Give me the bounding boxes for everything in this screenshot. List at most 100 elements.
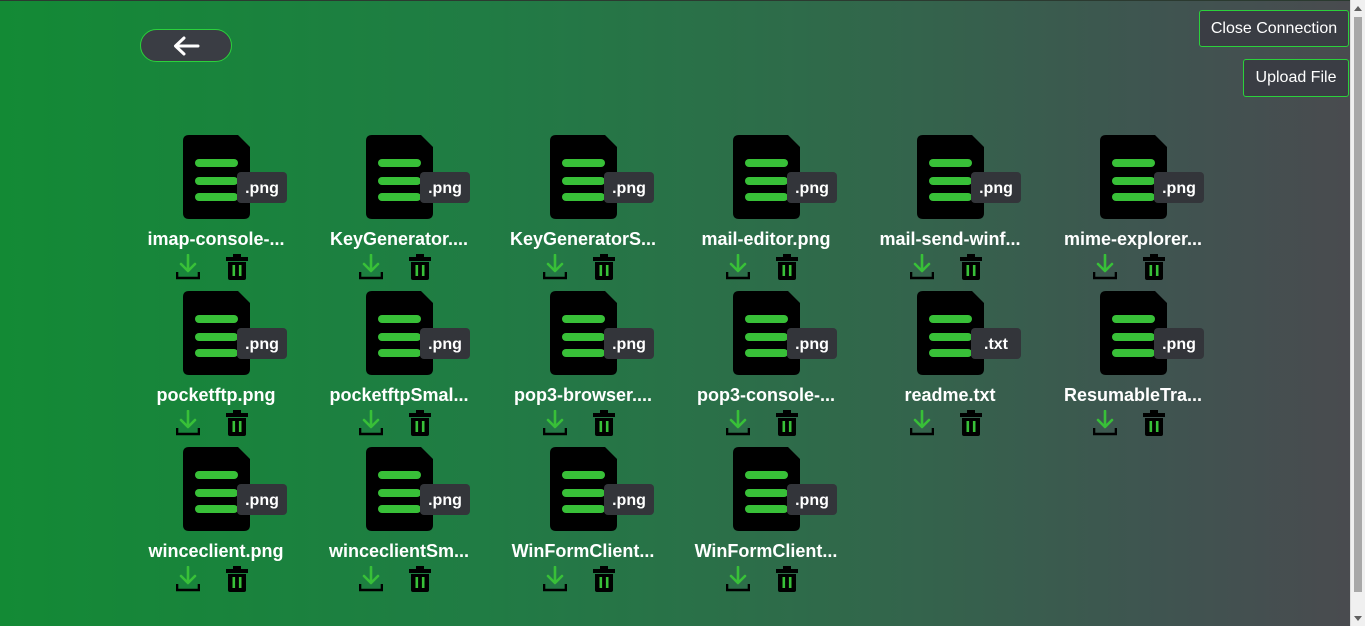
scroll-down-arrow[interactable] xyxy=(1351,610,1365,626)
download-icon[interactable] xyxy=(176,566,200,592)
file-name: mime-explorer... xyxy=(1063,229,1203,249)
vertical-scrollbar[interactable] xyxy=(1350,0,1365,626)
file-icon: .png xyxy=(550,447,654,531)
download-icon[interactable] xyxy=(176,254,200,280)
file-name: pop3-browser.... xyxy=(513,385,653,405)
file-extension-badge: .png xyxy=(1162,180,1196,197)
trash-icon[interactable] xyxy=(960,410,982,436)
download-icon[interactable] xyxy=(1093,410,1117,436)
file-name: winceclient.png xyxy=(148,541,284,561)
scroll-thumb[interactable] xyxy=(1354,17,1362,592)
top-border xyxy=(0,0,1365,1)
download-icon[interactable] xyxy=(1093,254,1117,280)
file-extension-badge: .png xyxy=(795,492,829,509)
file-icon: .png xyxy=(183,447,287,531)
back-button[interactable] xyxy=(140,29,232,62)
file-item[interactable]: .png KeyGeneratorS... xyxy=(507,135,690,291)
file-item[interactable]: .txt readme.txt xyxy=(874,291,1057,447)
file-item[interactable]: .png mime-explorer... xyxy=(1057,135,1240,291)
file-name: pocketftpSmal... xyxy=(329,385,469,405)
file-item[interactable]: .png pop3-console-... xyxy=(690,291,873,447)
trash-icon[interactable] xyxy=(776,254,798,280)
file-icon: .png xyxy=(183,291,287,375)
file-extension-badge: .png xyxy=(612,180,646,197)
file-extension-badge: .png xyxy=(245,492,279,509)
file-icon: .png xyxy=(1100,135,1204,219)
trash-icon[interactable] xyxy=(409,410,431,436)
file-item[interactable]: .png pop3-browser.... xyxy=(507,291,690,447)
file-extension-badge: .png xyxy=(795,336,829,353)
trash-icon[interactable] xyxy=(226,410,248,436)
file-extension-badge: .txt xyxy=(984,336,1009,353)
file-item[interactable]: .png mail-editor.png xyxy=(690,135,873,291)
file-name: KeyGenerator.... xyxy=(329,229,469,249)
file-name: pop3-console-... xyxy=(696,385,835,405)
file-icon: .png xyxy=(733,291,837,375)
file-icon: .png xyxy=(733,135,837,219)
trash-icon[interactable] xyxy=(226,254,248,280)
file-extension-badge: .png xyxy=(795,180,829,197)
file-icon: .png xyxy=(917,135,1021,219)
file-item[interactable]: .png WinFormClient... xyxy=(690,447,873,603)
download-icon[interactable] xyxy=(359,566,383,592)
file-name: mail-send-winf... xyxy=(879,229,1021,249)
file-name: KeyGeneratorS... xyxy=(509,229,657,249)
trash-icon[interactable] xyxy=(409,254,431,280)
file-item[interactable]: .png winceclient.png xyxy=(140,447,323,603)
trash-icon[interactable] xyxy=(776,566,798,592)
download-icon[interactable] xyxy=(910,254,934,280)
trash-icon[interactable] xyxy=(776,410,798,436)
file-name: ResumableTra... xyxy=(1063,385,1203,405)
file-name: WinFormClient... xyxy=(511,541,655,561)
trash-icon[interactable] xyxy=(1143,254,1165,280)
download-icon[interactable] xyxy=(910,410,934,436)
upload-file-button[interactable]: Upload File xyxy=(1243,59,1349,97)
arrow-left-icon xyxy=(174,36,200,55)
download-icon[interactable] xyxy=(726,254,750,280)
download-icon[interactable] xyxy=(543,566,567,592)
file-name: winceclientSm... xyxy=(328,541,470,561)
download-icon[interactable] xyxy=(543,410,567,436)
file-item[interactable]: .png mail-send-winf... xyxy=(874,135,1057,291)
file-item[interactable]: .png imap-console-... xyxy=(140,135,323,291)
file-extension-badge: .png xyxy=(428,336,462,353)
file-name: WinFormClient... xyxy=(694,541,838,561)
file-extension-badge: .png xyxy=(245,336,279,353)
file-item[interactable]: .png pocketftpSmal... xyxy=(323,291,506,447)
trash-icon[interactable] xyxy=(593,410,615,436)
file-item[interactable]: .png WinFormClient... xyxy=(507,447,690,603)
file-name: imap-console-... xyxy=(147,229,285,249)
download-icon[interactable] xyxy=(726,566,750,592)
file-extension-badge: .png xyxy=(979,180,1013,197)
file-item[interactable]: .png KeyGenerator.... xyxy=(323,135,506,291)
file-extension-badge: .png xyxy=(612,492,646,509)
file-icon: .png xyxy=(366,291,470,375)
file-icon: .png xyxy=(550,291,654,375)
download-icon[interactable] xyxy=(176,410,200,436)
trash-icon[interactable] xyxy=(960,254,982,280)
download-icon[interactable] xyxy=(543,254,567,280)
trash-icon[interactable] xyxy=(593,566,615,592)
file-item[interactable]: .png winceclientSm... xyxy=(323,447,506,603)
trash-icon[interactable] xyxy=(409,566,431,592)
file-name: readme.txt xyxy=(904,385,996,405)
file-icon: .txt xyxy=(917,291,1021,375)
file-icon: .png xyxy=(550,135,654,219)
file-item[interactable]: .png ResumableTra... xyxy=(1057,291,1240,447)
close-connection-button[interactable]: Close Connection xyxy=(1199,10,1349,47)
download-icon[interactable] xyxy=(726,410,750,436)
file-item[interactable]: .png pocketftp.png xyxy=(140,291,323,447)
file-extension-badge: .png xyxy=(245,180,279,197)
download-icon[interactable] xyxy=(359,254,383,280)
file-name: mail-editor.png xyxy=(701,229,831,249)
trash-icon[interactable] xyxy=(593,254,615,280)
file-icon: .png xyxy=(733,447,837,531)
download-icon[interactable] xyxy=(359,410,383,436)
file-name: pocketftp.png xyxy=(156,385,276,405)
trash-icon[interactable] xyxy=(226,566,248,592)
trash-icon[interactable] xyxy=(1143,410,1165,436)
file-icon: .png xyxy=(366,447,470,531)
scroll-up-arrow[interactable] xyxy=(1351,0,1365,16)
file-icon: .png xyxy=(183,135,287,219)
file-extension-badge: .png xyxy=(612,336,646,353)
